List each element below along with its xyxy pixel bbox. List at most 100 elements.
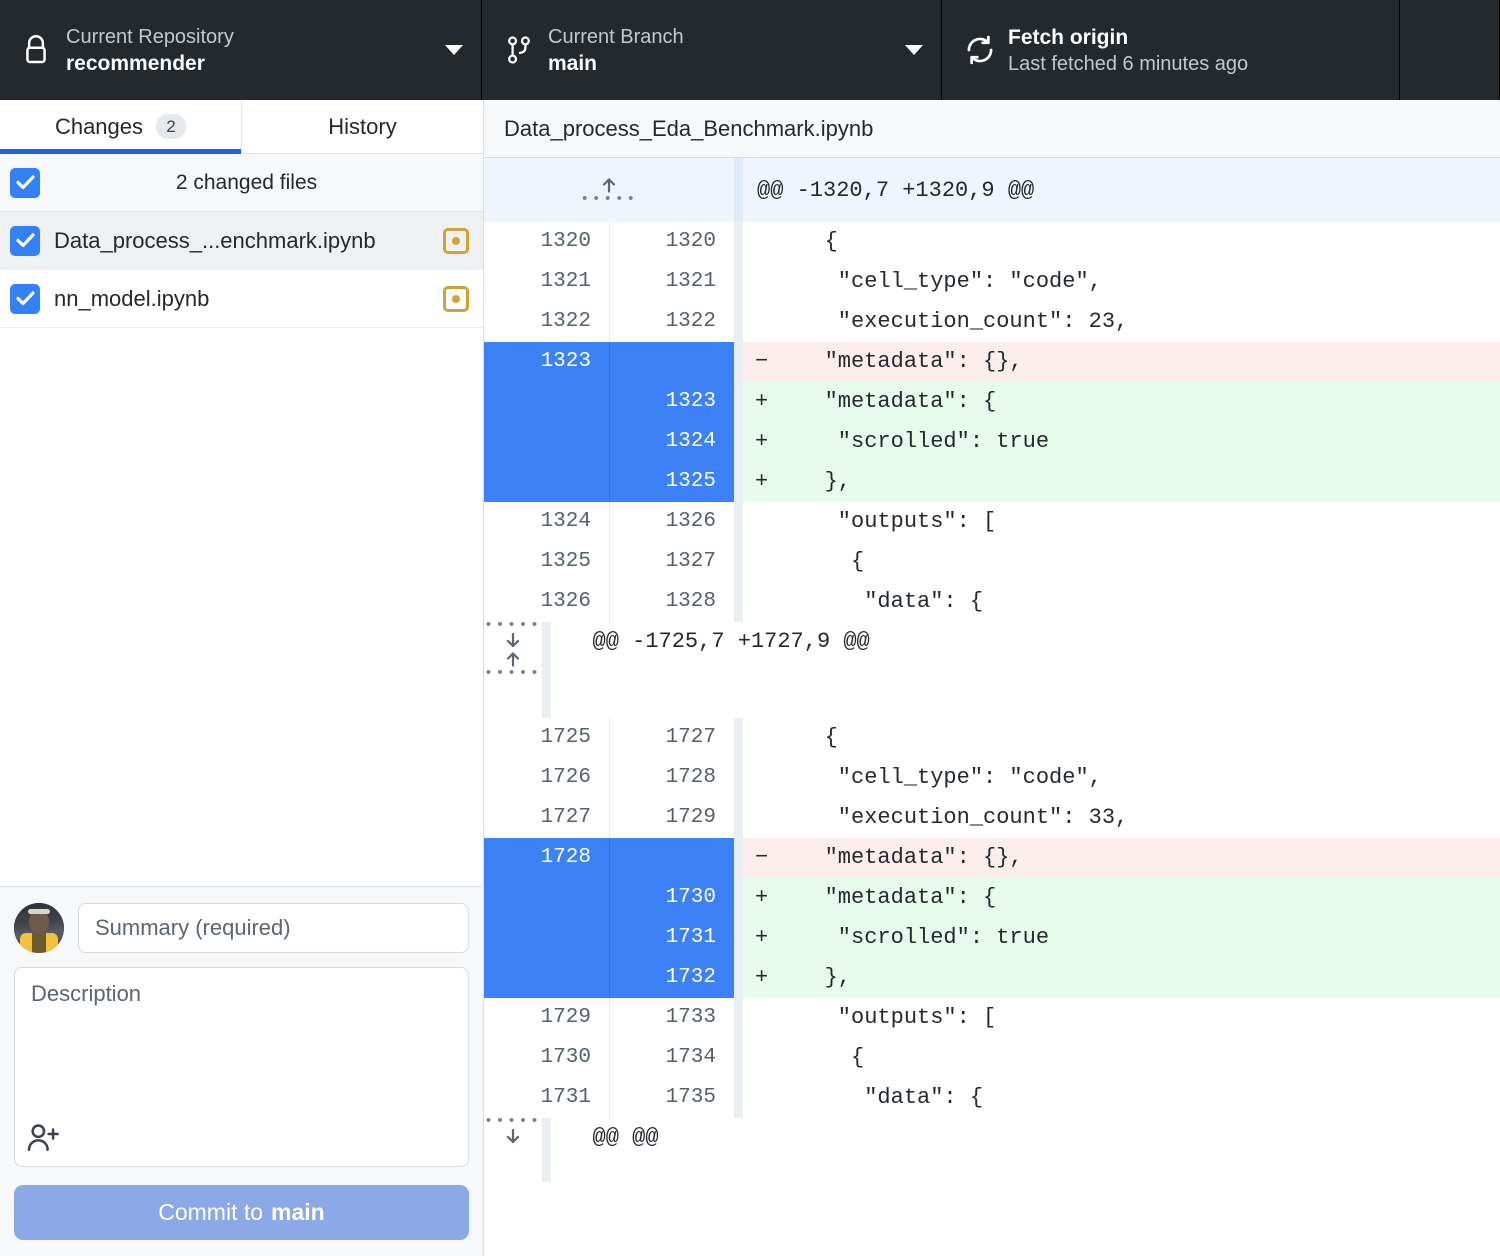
gutter-edge	[734, 502, 743, 542]
diff-gutter[interactable]: 1323	[484, 382, 734, 422]
old-line-number: 1729	[540, 1006, 591, 1029]
diff-hunk-header-row[interactable]: ••••• ••••• @@ -1725,7 +1727,9 @@	[484, 618, 1500, 718]
diff-gutter[interactable]: 1324	[484, 422, 734, 462]
diff-gutter[interactable]: 1326 1328	[484, 582, 734, 622]
diff-gutter[interactable]: 1731 1735	[484, 1078, 734, 1118]
diff-marker: −	[755, 845, 769, 870]
expand-hunk-control[interactable]: •••••	[484, 158, 734, 222]
diff-line-row: 1326 1328 "data": {	[484, 582, 1500, 622]
file-list-empty-space	[0, 328, 483, 886]
old-line-number	[484, 958, 609, 998]
gutter-edge	[734, 222, 743, 262]
diff-line-text: {	[785, 725, 838, 750]
diff-file-title: Data_process_Eda_Benchmark.ipynb	[484, 100, 1500, 158]
diff-marker	[743, 582, 785, 622]
tab-changes-label: Changes	[54, 113, 144, 139]
diff-line-row[interactable]: 1730 + "metadata": {	[484, 878, 1500, 918]
select-all-checkbox[interactable]	[10, 167, 40, 198]
list-item[interactable]: nn_model.ipynb	[0, 270, 483, 328]
file-checkbox[interactable]	[10, 225, 40, 256]
diff-gutter[interactable]: 1322 1322	[484, 302, 734, 342]
add-person-icon[interactable]	[27, 1123, 61, 1158]
chevron-down-icon	[905, 45, 923, 55]
diff-body[interactable]: ••••• @@ -1320,7 +1320,9 @@ 1320 1320 {1321…	[484, 158, 1500, 1256]
changed-files-count: 2 changed files	[175, 170, 318, 194]
diff-line-text: "scrolled": true	[785, 925, 1050, 950]
modified-status-icon	[443, 227, 469, 254]
diff-gutter[interactable]: 1325 1327	[484, 542, 734, 582]
diff-gutter[interactable]: 1732	[484, 958, 734, 998]
diff-gutter[interactable]: 1730	[484, 878, 734, 918]
list-item[interactable]: Data_process_...enchmark.ipynb	[0, 212, 483, 270]
diff-gutter[interactable]: 1730 1734	[484, 1038, 734, 1078]
gutter-edge	[734, 542, 743, 582]
diff-line-text: "cell_type": "code",	[785, 269, 1102, 294]
current-repository-button[interactable]: Current Repository recommender	[0, 0, 482, 100]
diff-line-text: "scrolled": true	[785, 429, 1050, 454]
diff-gutter[interactable]: 1320 1320	[484, 222, 734, 262]
diff-line-text: {	[785, 549, 865, 574]
diff-line-row: 1730 1734 {	[484, 1038, 1500, 1078]
diff-line-row[interactable]: 1325 + },	[484, 462, 1500, 502]
avatar	[14, 903, 64, 953]
new-line-number: 1732	[609, 958, 734, 998]
gutter-edge	[734, 582, 743, 622]
gutter-edge	[734, 878, 743, 918]
diff-hunk-header-row[interactable]: ••••• @@ -1320,7 +1320,9 @@	[484, 158, 1500, 222]
new-line-number: 1323	[609, 382, 734, 422]
changed-files-header: 2 changed files	[0, 154, 483, 212]
diff-line-row[interactable]: 1323 − "metadata": {},	[484, 342, 1500, 382]
expand-hunk-control[interactable]: •••••	[484, 1114, 542, 1182]
diff-line-row[interactable]: 1323 + "metadata": {	[484, 382, 1500, 422]
diff-gutter[interactable]: 1325	[484, 462, 734, 502]
diff-line-row[interactable]: 1728 − "metadata": {},	[484, 838, 1500, 878]
diff-gutter[interactable]: 1321 1321	[484, 262, 734, 302]
file-checkbox[interactable]	[10, 283, 40, 314]
diff-marker	[743, 1038, 785, 1078]
diff-gutter[interactable]: 1725 1727	[484, 718, 734, 758]
diff-line-row[interactable]: 1731 + "scrolled": true	[484, 918, 1500, 958]
new-line-number: 1733	[609, 998, 734, 1038]
old-line-number: 1324	[540, 510, 591, 533]
commit-summary-input[interactable]	[78, 903, 469, 953]
diff-marker: +	[755, 885, 769, 910]
commit-button[interactable]: Commit to main	[14, 1185, 469, 1240]
diff-line-text: {	[785, 229, 838, 254]
diff-hunk-header-text: @@ @@	[592, 1125, 659, 1150]
commit-description-input[interactable]	[15, 968, 468, 1118]
expand-hunk-control[interactable]: ••••• •••••	[484, 618, 542, 718]
diff-hunk-header-row[interactable]: ••••• @@ @@	[484, 1114, 1500, 1182]
old-line-number	[484, 918, 609, 958]
diff-line-text: "data": {	[785, 1085, 984, 1110]
diff-gutter[interactable]: 1323	[484, 342, 734, 382]
diff-line-row[interactable]: 1324 + "scrolled": true	[484, 422, 1500, 462]
diff-gutter[interactable]: 1324 1326	[484, 502, 734, 542]
commit-description-box	[14, 967, 469, 1167]
old-line-number	[484, 382, 609, 422]
old-line-number: 1727	[540, 806, 591, 829]
tab-changes[interactable]: Changes 2	[0, 100, 242, 154]
new-line-number: 1320	[609, 222, 734, 262]
fetch-origin-title: Fetch origin	[1008, 25, 1129, 49]
fetch-origin-button[interactable]: Fetch origin Last fetched 6 minutes ago	[942, 0, 1400, 100]
diff-marker: −	[755, 349, 769, 374]
diff-gutter[interactable]: 1731	[484, 918, 734, 958]
diff-line-row: 1322 1322 "execution_count": 23,	[484, 302, 1500, 342]
diff-line-text: {	[785, 1045, 865, 1070]
diff-gutter[interactable]: 1728	[484, 838, 734, 878]
old-line-number: 1728	[484, 838, 609, 878]
diff-gutter[interactable]: 1727 1729	[484, 798, 734, 838]
diff-marker	[743, 502, 785, 542]
diff-line-row: 1725 1727 {	[484, 718, 1500, 758]
diff-line-row[interactable]: 1732 + },	[484, 958, 1500, 998]
diff-marker	[743, 1078, 785, 1118]
modified-status-icon	[443, 285, 469, 312]
diff-gutter[interactable]: 1729 1733	[484, 998, 734, 1038]
tab-history[interactable]: History	[242, 100, 483, 153]
old-line-number: 1725	[540, 726, 591, 749]
diff-gutter[interactable]: 1726 1728	[484, 758, 734, 798]
current-branch-button[interactable]: Current Branch main	[482, 0, 942, 100]
fetch-origin-subtitle: Last fetched 6 minutes ago	[1008, 52, 1249, 75]
old-line-number: 1731	[540, 1086, 591, 1109]
old-line-number	[484, 422, 609, 462]
